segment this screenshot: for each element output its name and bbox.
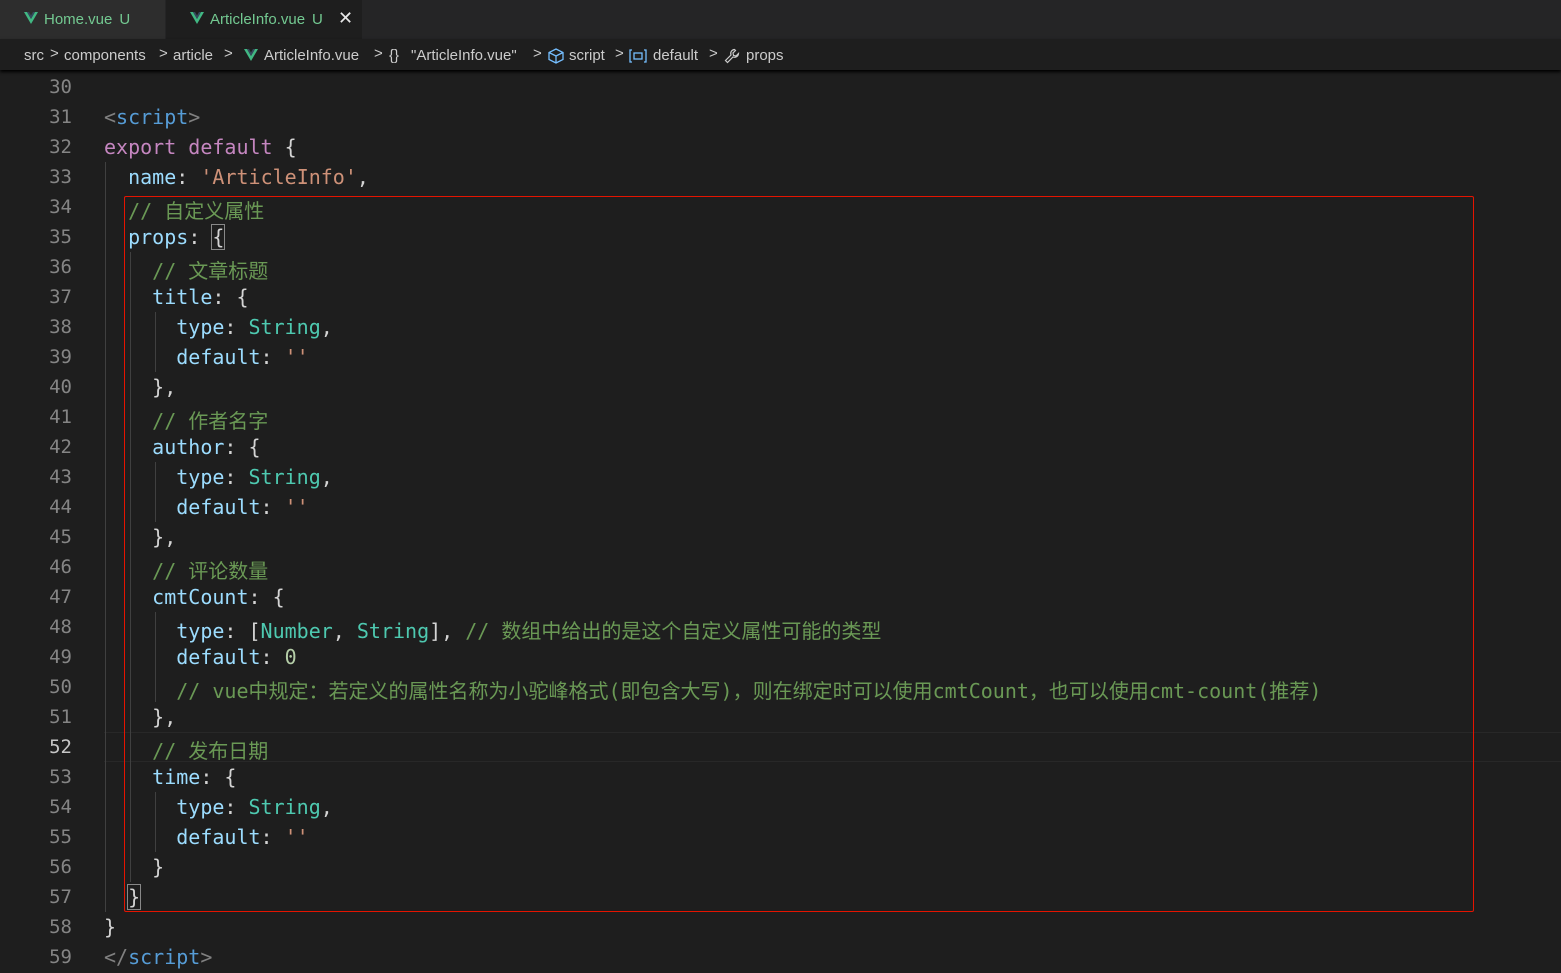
tab-home-vue[interactable]: Home.vue U xyxy=(0,0,165,39)
untracked-badge: U xyxy=(119,11,131,28)
breadcrumb-src[interactable]: src xyxy=(24,47,44,64)
breadcrumb-module[interactable]: "ArticleInfo.vue" xyxy=(411,47,517,64)
chevron-right-icon: > xyxy=(50,45,59,62)
vue-file-icon xyxy=(190,12,204,24)
variable-icon xyxy=(629,49,647,63)
breadcrumb-default[interactable]: default xyxy=(653,47,698,64)
module-braces-icon: {} xyxy=(389,47,400,64)
chevron-right-icon: > xyxy=(533,45,542,62)
breadcrumb-script[interactable]: script xyxy=(569,47,605,64)
code-line: export default { xyxy=(104,135,297,159)
untracked-badge: U xyxy=(312,11,323,28)
breadcrumb: src > components > article > ArticleInfo… xyxy=(0,39,1561,70)
breadcrumb-components[interactable]: components xyxy=(64,47,146,64)
line-number-row: 30 xyxy=(0,72,100,102)
code-line: </script> xyxy=(104,945,213,969)
breadcrumb-props[interactable]: props xyxy=(746,47,784,64)
tab-label: Home.vue xyxy=(44,11,113,28)
highlight-annotation-box xyxy=(124,196,1474,912)
code-line: } xyxy=(104,915,117,939)
tab-articleinfo-vue[interactable]: ArticleInfo.vue U ✕ xyxy=(166,0,362,39)
wrench-icon xyxy=(724,48,740,64)
chevron-right-icon: > xyxy=(615,45,624,62)
editor-tab-bar: Home.vue U ArticleInfo.vue U ✕ xyxy=(0,0,1561,39)
vue-file-icon xyxy=(244,49,258,61)
close-icon[interactable]: ✕ xyxy=(338,8,353,29)
cube-icon xyxy=(548,48,564,64)
breadcrumb-article[interactable]: article xyxy=(173,47,213,64)
line-number: 30 xyxy=(49,76,72,98)
chevron-right-icon: > xyxy=(224,45,233,62)
code-line: name: 'ArticleInfo', xyxy=(128,165,369,189)
code-line: <script> xyxy=(104,105,201,129)
tab-label: ArticleInfo.vue xyxy=(210,11,306,28)
code-editor[interactable]: 30 31 32 33 34 35 36 37 38 39 40 41 42 43 44 45 46 47 48 49… xyxy=(0,72,1561,973)
chevron-right-icon: > xyxy=(709,45,718,62)
chevron-right-icon: > xyxy=(374,45,383,62)
breadcrumb-file[interactable]: ArticleInfo.vue xyxy=(264,47,359,64)
vue-file-icon xyxy=(24,12,38,24)
chevron-right-icon: > xyxy=(159,45,168,62)
